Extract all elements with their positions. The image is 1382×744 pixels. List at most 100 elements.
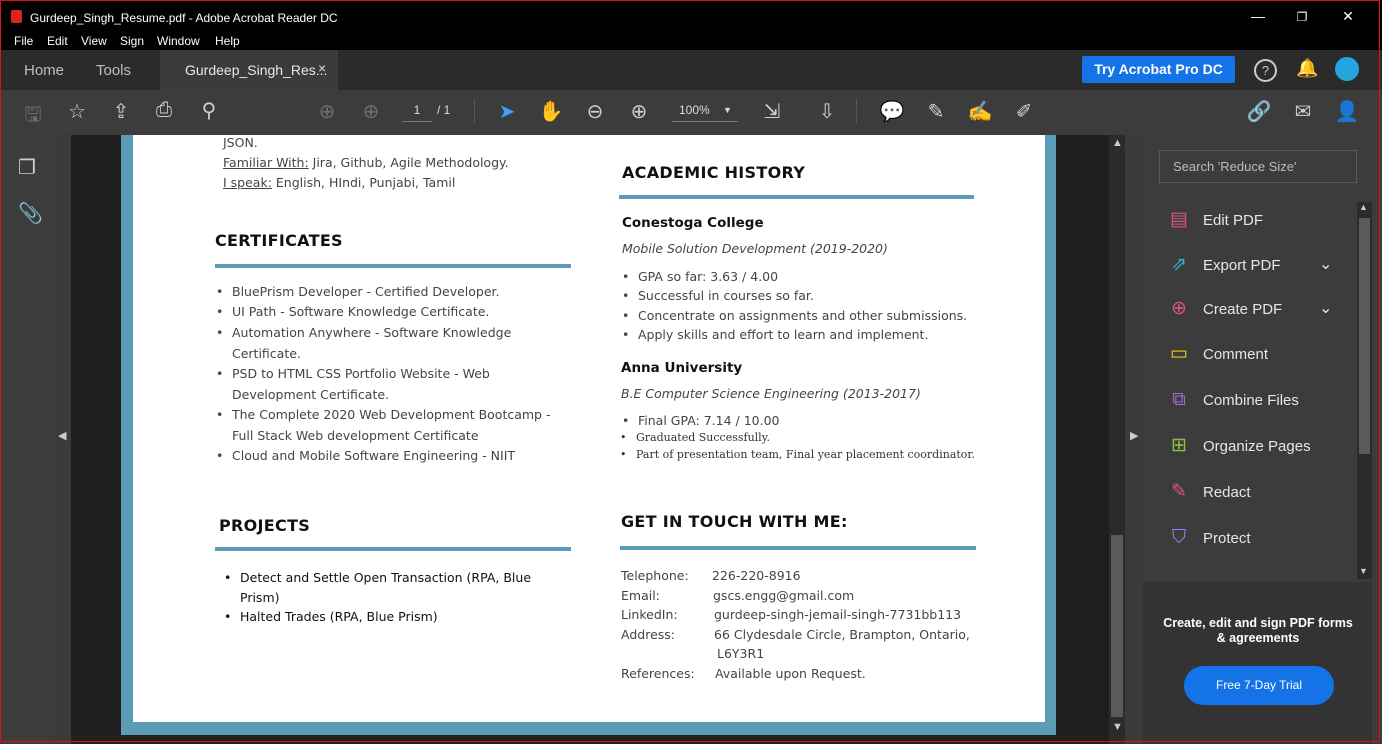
upload-cloud-icon[interactable]: ⇪: [107, 99, 135, 124]
close-button[interactable]: ✕: [1338, 8, 1358, 25]
tool-label: Export PDF: [1203, 257, 1281, 274]
left-navigation-pane: ❐ 📎: [0, 135, 54, 744]
academic-item: Apply skills and effort to learn and imp…: [622, 327, 928, 342]
scroll-mode-icon[interactable]: ⇩: [813, 99, 841, 124]
address-value-continuation: L6Y3R1: [717, 646, 765, 661]
comment-icon[interactable]: 💬: [878, 99, 906, 124]
previous-page-icon[interactable]: ⊕: [313, 99, 341, 124]
academic-item: Concentrate on assignments and other sub…: [622, 308, 967, 323]
maximize-button[interactable]: ❐: [1292, 10, 1312, 24]
tool-label: Protect: [1203, 530, 1251, 547]
page-number-input[interactable]: 1: [402, 99, 432, 122]
minimize-button[interactable]: —: [1248, 8, 1268, 24]
promo-panel: [1143, 582, 1372, 744]
try-acrobat-pro-button[interactable]: Try Acrobat Pro DC: [1082, 56, 1235, 83]
zoom-in-icon[interactable]: ⊕: [625, 99, 653, 124]
program-name: Mobile Solution Development (2019-2020): [622, 241, 888, 256]
highlight-pen-icon[interactable]: ✎: [922, 99, 950, 124]
shield-icon: ⛉: [1171, 527, 1187, 548]
scroll-up-icon[interactable]: ▲: [1359, 202, 1368, 212]
menu-window[interactable]: Window: [157, 34, 200, 48]
email-icon[interactable]: ✉: [1289, 99, 1317, 124]
share-link-icon[interactable]: 🔗: [1245, 99, 1273, 124]
menu-file[interactable]: File: [14, 34, 33, 48]
page-total: / 1: [437, 103, 451, 117]
document-scrollbar-thumb[interactable]: [1111, 535, 1123, 717]
close-tab-icon[interactable]: ×: [318, 60, 326, 76]
linkedin-label: LinkedIn:: [621, 607, 678, 622]
tools-search-input[interactable]: Search 'Reduce Size': [1159, 150, 1357, 183]
select-cursor-icon[interactable]: ➤: [493, 99, 521, 124]
scroll-up-icon[interactable]: ▲: [1112, 137, 1123, 149]
zoom-select[interactable]: 100% ▼: [672, 99, 738, 122]
scroll-down-icon[interactable]: ▼: [1112, 721, 1123, 733]
menu-help[interactable]: Help: [215, 34, 240, 48]
contact-heading: GET IN TOUCH WITH ME:: [621, 512, 848, 531]
attachment-paperclip-icon[interactable]: 📎: [18, 201, 43, 226]
save-icon[interactable]: 🖫: [19, 100, 47, 134]
chevron-down-icon[interactable]: ⌄: [1319, 254, 1332, 274]
certificate-item: Cloud and Mobile Software Engineering - …: [216, 448, 515, 463]
avatar[interactable]: [1335, 57, 1359, 81]
address-value: 66 Clydesdale Circle, Brampton, Ontario,: [714, 627, 970, 642]
pdf-page: JSON. Familiar With: Jira, Github, Agile…: [133, 135, 1045, 722]
menu-edit[interactable]: Edit: [47, 34, 68, 48]
program-name: B.E Computer Science Engineering (2013-2…: [621, 386, 921, 401]
next-page-icon[interactable]: ⊕: [357, 99, 385, 124]
left-collapse-strip[interactable]: ◀: [54, 135, 71, 744]
tool-label: Comment: [1203, 346, 1269, 363]
familiar-with-value: Jira, Github, Agile Methodology.: [308, 155, 509, 170]
email-label: Email:: [621, 588, 660, 603]
tools-scrollbar-thumb[interactable]: [1359, 218, 1370, 454]
zoom-out-icon[interactable]: ⊖: [581, 99, 609, 124]
fill-sign-icon[interactable]: ✐: [1010, 99, 1038, 124]
tool-label: Create PDF: [1203, 301, 1283, 318]
print-icon[interactable]: ⎙: [150, 99, 178, 122]
zoom-search-icon[interactable]: ⚲: [195, 98, 223, 123]
tool-label: Edit PDF: [1203, 212, 1264, 229]
collapse-right-icon[interactable]: ▶: [1130, 429, 1138, 442]
expand-left-icon[interactable]: ◀: [58, 429, 66, 442]
certificate-item: Automation Anywhere - Software Knowledge: [216, 325, 511, 340]
menu-view[interactable]: View: [81, 34, 107, 48]
help-icon[interactable]: ?: [1254, 59, 1277, 82]
certificates-heading: CERTIFICATES: [215, 231, 343, 250]
bell-icon[interactable]: 🔔: [1296, 58, 1318, 79]
tab-tools[interactable]: Tools: [96, 62, 131, 79]
tab-document[interactable]: Gurdeep_Singh_Res... ×: [160, 50, 338, 90]
tool-label: Organize Pages: [1203, 438, 1311, 455]
academic-history-heading: ACADEMIC HISTORY: [622, 163, 806, 182]
free-trial-button[interactable]: Free 7-Day Trial: [1184, 666, 1334, 705]
project-item: Detect and Settle Open Transaction (RPA,…: [224, 570, 531, 585]
fit-page-icon[interactable]: ⇲: [758, 99, 786, 124]
right-collapse-strip[interactable]: ▶: [1125, 135, 1143, 744]
page-thumbnails-icon[interactable]: ❐: [18, 155, 36, 180]
draw-sign-icon[interactable]: ✍: [966, 99, 994, 124]
menu-bar: File Edit View Sign Window Help: [0, 30, 1382, 50]
school-name: Conestoga College: [622, 215, 764, 231]
zoom-value: 100%: [679, 103, 710, 117]
familiar-with-line: Familiar With: Jira, Github, Agile Metho…: [223, 155, 509, 170]
familiar-with-label: Familiar With:: [223, 155, 309, 170]
hand-tool-icon[interactable]: ✋: [537, 99, 565, 124]
scroll-down-icon[interactable]: ▼: [1359, 566, 1368, 576]
certificate-item-continuation: Development Certificate.: [232, 387, 390, 402]
title-bar: Gurdeep_Singh_Resume.pdf - Adobe Acrobat…: [0, 0, 1382, 30]
menu-sign[interactable]: Sign: [120, 34, 144, 48]
chevron-down-icon[interactable]: ⌄: [1319, 298, 1332, 318]
add-user-icon[interactable]: 👤: [1333, 99, 1361, 124]
tool-label: Redact: [1203, 484, 1251, 501]
skills-json-line: JSON.: [223, 135, 258, 150]
academic-item: Final GPA: 7.14 / 10.00: [622, 413, 779, 428]
references-label: References:: [621, 666, 695, 681]
certificate-item-continuation: Certificate.: [232, 346, 301, 361]
academic-item: Graduated Successfully.: [620, 431, 770, 444]
certificate-item: The Complete 2020 Web Development Bootca…: [216, 407, 551, 422]
tab-home[interactable]: Home: [24, 62, 64, 79]
certificate-item-continuation: Full Stack Web development Certificate: [232, 428, 479, 443]
redact-marker-icon: ✎: [1171, 481, 1187, 502]
languages-label: I speak:: [223, 175, 272, 190]
bookmark-star-icon[interactable]: ☆: [63, 99, 91, 124]
document-tab-label: Gurdeep_Singh_Res...: [185, 62, 328, 78]
projects-heading: PROJECTS: [219, 516, 311, 535]
